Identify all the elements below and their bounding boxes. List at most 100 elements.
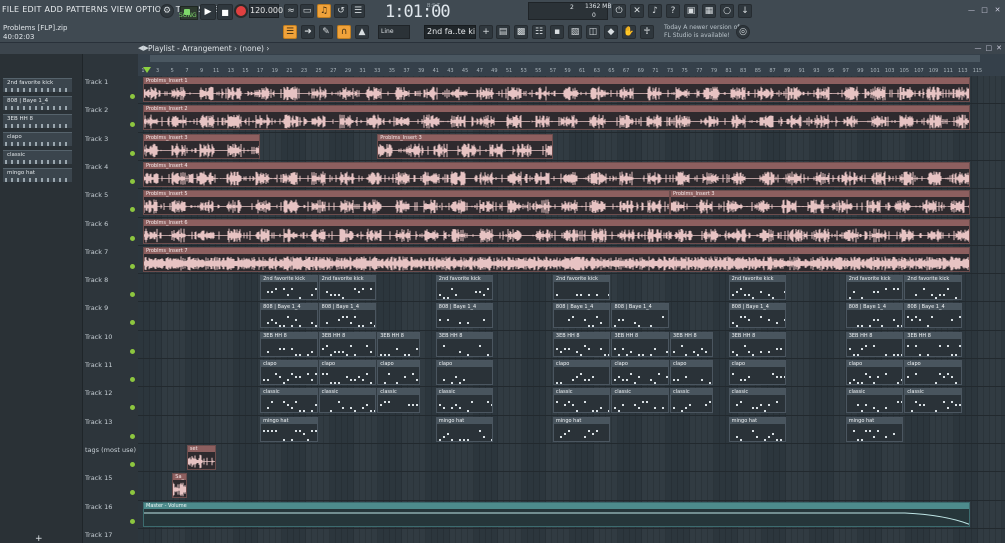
pattern-clip[interactable]: mingo hat [728,416,787,442]
track-label[interactable]: Track 16 [85,503,112,511]
picker-clip[interactable]: 3EB HH 8 [3,114,72,128]
track-mute-led-icon[interactable] [130,94,135,99]
wait-icon[interactable]: ▭ [300,4,314,18]
menu-edit[interactable]: EDIT [22,5,41,14]
pattern-clip[interactable]: 3EB HH 8 [728,331,787,357]
automation-clip[interactable]: Master - Volume [143,501,971,527]
pattern-clip[interactable]: clapo [260,360,318,385]
pattern-selector[interactable]: 2nd fa..te kick [424,25,476,39]
pattern-clip[interactable]: 3EB HH 8 [904,331,962,357]
pattern-clip[interactable]: clapo [728,360,787,385]
menu-view[interactable]: VIEW [111,5,133,14]
track-mute-led-icon[interactable] [130,235,135,241]
mixer-window-icon[interactable]: ▪ [550,25,564,39]
minimize-icon[interactable]: — [967,6,976,15]
track-mute-led-icon[interactable] [130,405,135,411]
playlist-window-icon[interactable]: ☰ [283,25,297,39]
pattern-clip[interactable]: clapo [845,360,904,385]
audio-clip[interactable]: Problms_Insert 3 [377,133,553,159]
audio-clip[interactable]: Problms_Insert 2 [143,105,971,131]
track-mute-led-icon[interactable] [130,518,135,524]
menu-patterns[interactable]: PATTERNS [66,5,108,14]
add-pattern-icon[interactable]: + [479,25,493,39]
picker-clip[interactable]: classic [3,150,72,164]
track-mute-led-icon[interactable] [130,178,135,184]
pattern-clip[interactable]: clapo [377,360,421,385]
playlist-maximize-icon[interactable]: □ [986,44,993,52]
audio-clip[interactable]: Problms_Insert 7 [143,246,971,272]
cart-icon[interactable]: ♰ [640,25,654,39]
help-icon[interactable]: ? [666,4,680,18]
pattern-clip[interactable]: 2nd favorite kick [435,275,494,301]
track-label[interactable]: Track 13 [85,418,112,426]
pattern-clip[interactable]: 808 | Baye 1_4 [260,303,318,329]
blend-icon[interactable]: ☰ [351,4,365,18]
track-label[interactable]: Track 7 [85,248,108,256]
pattern-clip[interactable]: clapo [904,360,962,385]
add-clip-button[interactable]: + [35,534,43,543]
track-mute-led-icon[interactable] [130,461,135,467]
pattern-clip[interactable]: 2nd favorite kick [552,275,611,301]
track-mute-led-icon[interactable] [130,433,135,439]
snap-selector[interactable]: Line [378,25,410,39]
plugin-db-icon[interactable]: ◆ [604,25,618,39]
pattern-clip[interactable]: 3EB HH 8 [377,331,421,357]
picker-clip[interactable]: 2nd favorite kick [3,78,72,92]
track-label[interactable]: tags (most use) [85,446,136,454]
pattern-clip[interactable]: clapo [552,360,611,385]
pattern-clip[interactable]: 3EB HH 8 [318,331,377,357]
record-button[interactable] [234,4,248,18]
chat-icon[interactable]: ○ [720,4,734,18]
menu-add[interactable]: ADD [45,5,63,14]
track-label[interactable]: Track 8 [85,276,108,284]
pattern-clip[interactable]: clapo [318,360,377,385]
pattern-clip[interactable]: 808 | Baye 1_4 [904,303,962,329]
pattern-clip[interactable]: 2nd favorite kick [728,275,787,301]
save-icon[interactable]: ▣ [684,4,698,18]
pattern-clip[interactable]: classic [904,388,962,414]
microphone-icon[interactable]: ♪ [648,4,662,18]
track-label[interactable]: Track 5 [85,191,108,199]
timeline-scrollbar[interactable] [150,55,980,62]
audio-clip[interactable]: Problms_Insert 3 [143,133,261,159]
magnet-icon[interactable]: ∩ [337,25,351,39]
countdown-icon[interactable]: ♫ [317,4,331,18]
picker-clip[interactable]: clapo [3,132,72,146]
metronome-icon[interactable]: ≈ [284,4,298,18]
stop-button[interactable]: ■ [217,4,233,20]
pattern-clip[interactable]: clapo [435,360,494,385]
pattern-clip[interactable]: 2nd favorite kick [260,275,318,301]
small-clip[interactable]: set [186,444,217,470]
track-label[interactable]: Track 1 [85,78,108,86]
pattern-clip[interactable]: mingo hat [435,416,494,442]
small-clip[interactable]: Sa_ L [172,473,187,499]
power-icon[interactable]: ⏻ [612,4,626,18]
news-panel[interactable]: Today A newer version of FL Studio is av… [664,24,739,40]
pattern-clip[interactable]: classic [318,388,377,414]
arrow-icon[interactable]: ➜ [301,25,315,39]
stamp-icon[interactable]: ▲ [355,25,369,39]
piano-roll-icon[interactable]: ▩ [514,25,528,39]
project-icon[interactable]: ◫ [586,25,600,39]
pattern-clip[interactable]: classic [260,388,318,414]
track-mute-led-icon[interactable] [130,292,135,298]
track-label[interactable]: Track 3 [85,135,108,143]
tempo-field[interactable]: 120.000 [249,4,283,18]
pattern-clip[interactable]: classic [728,388,787,414]
playhead-marker[interactable] [143,67,151,73]
pattern-clip[interactable]: 808 | Baye 1_4 [611,303,670,329]
pattern-clip[interactable]: 808 | Baye 1_4 [728,303,787,329]
pattern-clip[interactable]: 3EB HH 8 [845,331,904,357]
track-label[interactable]: Track 4 [85,163,108,171]
browser-icon[interactable]: ☷ [532,25,546,39]
track-mute-led-icon[interactable] [130,263,135,269]
mixer-icon[interactable]: ▦ [702,4,716,18]
pattern-clip[interactable]: 808 | Baye 1_4 [845,303,904,329]
picker-clip[interactable]: mingo hat [3,168,72,182]
track-label[interactable]: Track 2 [85,106,108,114]
pattern-clip[interactable]: classic [611,388,670,414]
pattern-clip[interactable]: 3EB HH 8 [670,331,713,357]
globe-icon[interactable]: ◎ [736,25,750,39]
track-label[interactable]: Track 9 [85,304,108,312]
pattern-clip[interactable]: classic [435,388,494,414]
